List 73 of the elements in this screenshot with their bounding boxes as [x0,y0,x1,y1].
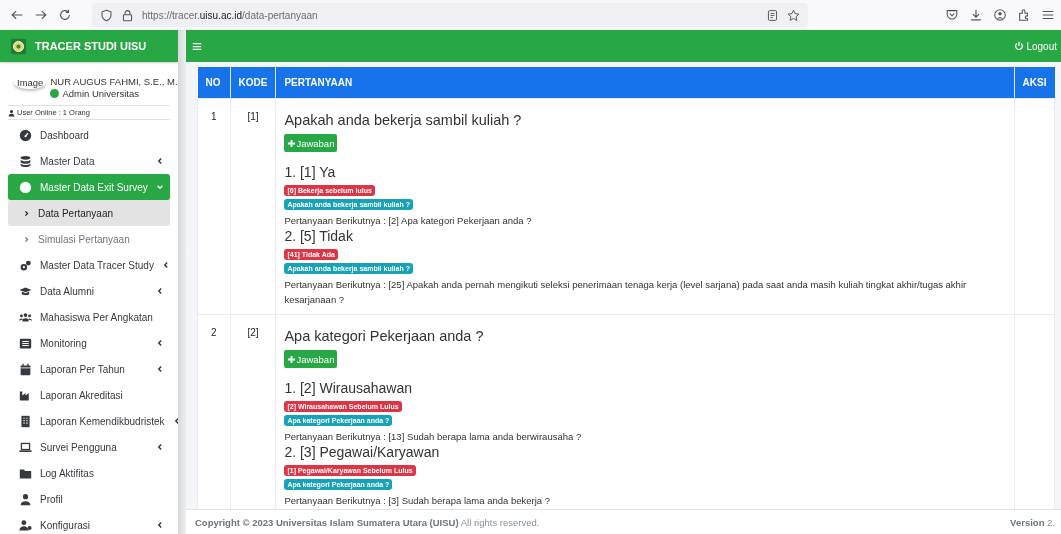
laptop-icon [19,440,32,454]
copyright-text: Copyright © 2023 Universitas Islam Sumatera Utara (UISU) All rights reserved. [195,516,540,528]
answer-title: 2. [5] Tidak [284,228,354,245]
reader-view-icon[interactable] [766,8,779,22]
users-icon [19,310,32,324]
user-icon [8,108,15,117]
user-name[interactable]: NUR AUGUS FAHMI, S.E., M. [50,76,178,87]
pocket-icon[interactable] [945,8,959,22]
menu-icon[interactable] [1041,8,1055,22]
sidebar-item[interactable]: Laporan Kemendikbudristek [8,408,170,434]
download-icon[interactable] [969,8,983,22]
chevron-right-icon [23,235,30,243]
answer-title: 1. [1] Ya [284,164,337,181]
version-text: Version 2. [1010,516,1055,528]
graduation-cap-icon [19,284,32,298]
shield-icon [100,8,113,22]
column-header: PERTANYAAN [275,67,1015,99]
avatar-image: Image [14,76,47,89]
next-question-text: Pertanyaan Berikutnya : [3] Sudah berapa lama anda bekerja ? [284,494,552,508]
sidebar-item[interactable]: Konfigurasi [8,512,170,534]
sidebar-item[interactable]: Monitoring [8,330,170,356]
menu-icon[interactable] [192,41,202,51]
sidebar-item[interactable]: Laporan Per Tahun [8,356,170,382]
column-header: AKSI [1014,67,1055,99]
sidebar-item[interactable]: Mahasiswa Per Angkatan [8,304,170,330]
account-icon[interactable] [993,8,1007,22]
dashboard-icon [19,128,32,142]
sidebar-item[interactable]: Master Data [8,148,170,174]
lock-icon [121,8,134,22]
list-icon [19,336,32,350]
column-header: KODE [230,67,276,99]
folder-icon [19,466,32,480]
database-icon [19,154,32,168]
extensions-icon[interactable] [1017,8,1031,22]
factory-icon [19,388,32,402]
reload-icon[interactable] [58,8,72,22]
answer-title: 1. [2] Wirausahawan [284,380,414,397]
user-role: Admin Universitas [62,88,139,99]
next-question-text: Pertanyaan Berikutnya : [25] Apakah anda pernah mengikuti seleksi penerimaan tenaga kerja (level sarjana) pada saat anda masih kuliah tingkat akhir/tugas akhir kesarjanaan ? [284,278,968,307]
status-dot [50,89,60,98]
user-gear-icon [19,518,32,532]
answer-title: 2. [3] Pegawai/Karyawan [284,444,441,461]
calendar-icon [19,362,32,376]
submenu-item[interactable]: Simulasi Pertanyaan [8,226,170,252]
submenu-item[interactable]: Data Pertanyaan [8,200,170,226]
column-header: NO [197,67,230,99]
url-text: https://tracer.uisu.ac.id/data-pertanyaan [142,9,318,21]
address-bar[interactable]: https://tracer.uisu.ac.id/data-pertanyaan [92,3,808,27]
sidebar-item[interactable]: Profil [8,486,170,512]
user-icon [19,492,32,506]
sidebar-item[interactable]: Data Alumni [8,278,170,304]
next-question-text: Pertanyaan Berikutnya : [2] Apa kategori Pekerjaan anda ? [284,214,533,228]
power-icon [1014,41,1025,51]
question-text: Apa kategori Pekerjaan anda ? [284,327,485,345]
plus-icon [287,138,297,148]
sidebar-item[interactable]: Laporan Akreditasi [8,382,170,408]
building-icon [19,414,32,428]
row-number: 2 [210,327,217,338]
plus-icon [287,354,297,364]
row-number: 1 [210,111,217,122]
sidebar-item[interactable]: Master Data Tracer Study [8,252,170,278]
sidebar-item[interactable]: Survei Pengguna [8,434,170,460]
chevron-right-icon [23,209,30,217]
sidebar-item[interactable]: Log Aktifitas [8,460,170,486]
question-code: [1] [247,111,259,122]
next-question-text: Pertanyaan Berikutnya : [13] Sudah berapa lama anda berwirausaha ? [284,430,583,444]
forward-icon[interactable] [34,8,48,22]
logo-icon [10,37,27,55]
star-icon[interactable] [787,8,800,22]
sidebar-item[interactable]: Dashboard [8,122,170,148]
back-icon[interactable] [10,8,24,22]
question-text: Apakah anda bekerja sambil kuliah ? [284,111,523,129]
question-code: [2] [247,327,259,338]
